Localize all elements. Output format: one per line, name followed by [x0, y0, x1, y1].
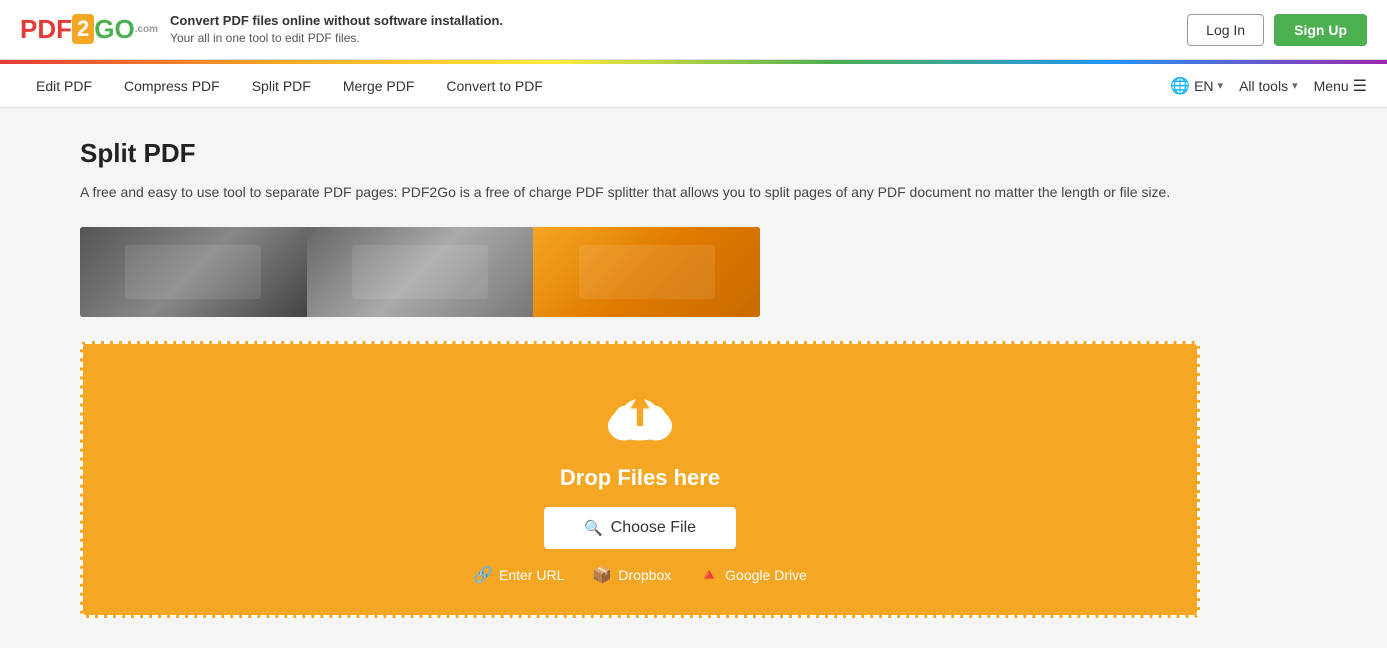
nav-split-pdf[interactable]: Split PDF [236, 66, 327, 106]
logo-com: .com [135, 24, 158, 35]
logo[interactable]: PDF 2 GO .com [20, 14, 158, 45]
nav-merge-pdf[interactable]: Merge PDF [327, 66, 431, 106]
upload-area[interactable]: Drop Files here 🔍 Choose File 🔗 Enter UR… [80, 341, 1200, 618]
dropbox-label: Dropbox [618, 567, 671, 583]
choose-file-button[interactable]: 🔍 Choose File [544, 507, 736, 549]
nav-right: 🌐 EN ▾ All tools ▾ Menu ☰ [1170, 76, 1367, 96]
tools-chevron-icon: ▾ [1292, 79, 1298, 92]
choose-file-label: Choose File [611, 519, 696, 537]
tagline: Convert PDF files online without softwar… [170, 12, 503, 47]
banner-col-3 [533, 227, 760, 317]
menu-label: Menu [1314, 78, 1349, 94]
lang-label: EN [1194, 78, 1213, 94]
banner-image [80, 227, 760, 317]
drop-files-text: Drop Files here [560, 465, 720, 491]
nav-lang[interactable]: 🌐 EN ▾ [1170, 76, 1223, 96]
banner-col-1 [80, 227, 307, 317]
logo-area: PDF 2 GO .com Convert PDF files online w… [20, 12, 503, 47]
signup-button[interactable]: Sign Up [1274, 14, 1367, 46]
dropbox-link[interactable]: 📦 Dropbox [592, 565, 671, 585]
header-actions: Log In Sign Up [1187, 14, 1367, 46]
page-description: A free and easy to use tool to separate … [80, 181, 1180, 203]
login-button[interactable]: Log In [1187, 14, 1264, 46]
dropbox-icon: 📦 [592, 565, 612, 585]
link-icon: 🔗 [473, 565, 493, 585]
all-tools-label: All tools [1239, 78, 1288, 94]
main-content: Split PDF A free and easy to use tool to… [0, 108, 1387, 648]
google-drive-label: Google Drive [725, 567, 807, 583]
logo-2: 2 [72, 14, 94, 44]
globe-icon: 🌐 [1170, 76, 1190, 96]
enter-url-link[interactable]: 🔗 Enter URL [473, 565, 564, 585]
nav-menu[interactable]: Menu ☰ [1314, 76, 1367, 96]
google-drive-icon: 🔺 [699, 565, 719, 585]
tagline-main: Convert PDF files online without softwar… [170, 12, 503, 30]
nav-convert-to-pdf[interactable]: Convert to PDF [430, 66, 558, 106]
logo-go: GO [94, 14, 134, 45]
cloud-upload-icon [600, 384, 680, 449]
enter-url-label: Enter URL [499, 567, 564, 583]
nav: Edit PDF Compress PDF Split PDF Merge PD… [0, 64, 1387, 108]
page-title: Split PDF [80, 138, 1307, 169]
banner-col-2 [307, 227, 534, 317]
tagline-sub: Your all in one tool to edit PDF files. [170, 30, 503, 47]
hamburger-icon: ☰ [1353, 76, 1367, 96]
lang-chevron-icon: ▾ [1218, 79, 1224, 92]
nav-compress-pdf[interactable]: Compress PDF [108, 66, 236, 106]
nav-edit-pdf[interactable]: Edit PDF [20, 66, 108, 106]
nav-links: Edit PDF Compress PDF Split PDF Merge PD… [20, 66, 1170, 106]
google-drive-link[interactable]: 🔺 Google Drive [699, 565, 807, 585]
logo-pdf: PDF [20, 14, 72, 45]
search-icon: 🔍 [584, 519, 603, 537]
header: PDF 2 GO .com Convert PDF files online w… [0, 0, 1387, 60]
nav-all-tools[interactable]: All tools ▾ [1239, 78, 1298, 94]
upload-links: 🔗 Enter URL 📦 Dropbox 🔺 Google Drive [473, 565, 807, 585]
